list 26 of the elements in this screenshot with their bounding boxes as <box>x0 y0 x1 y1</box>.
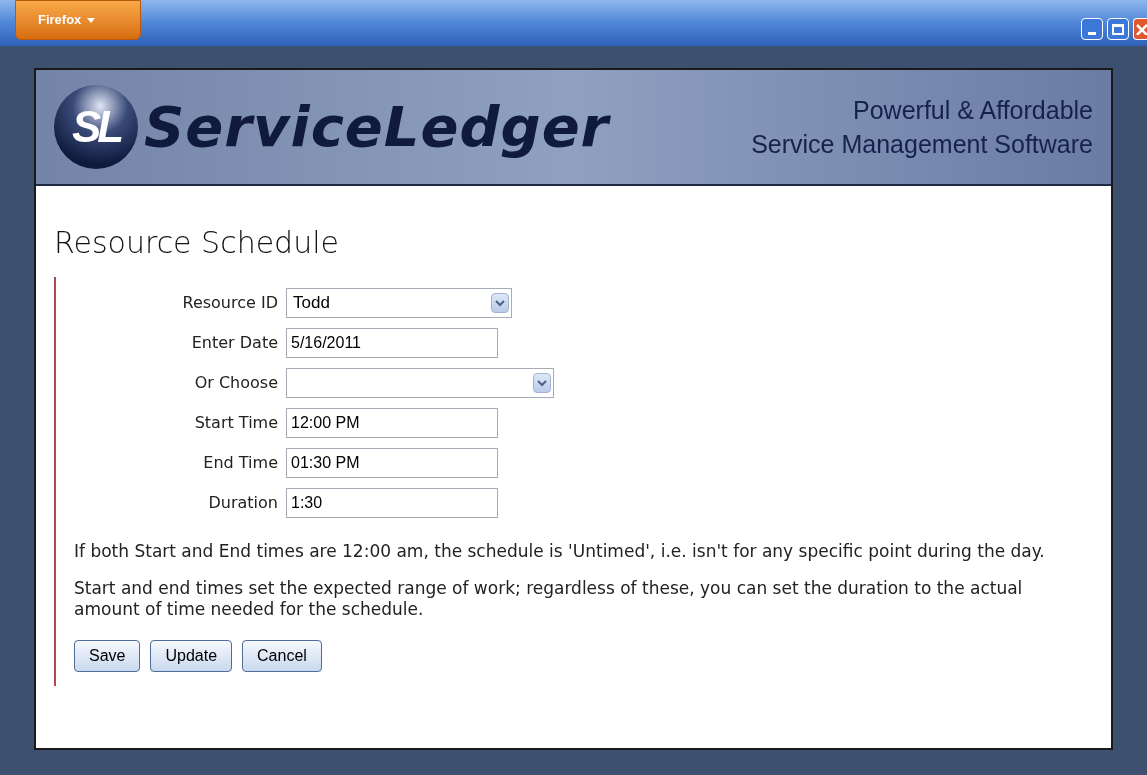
form-button[interactable]: Update <box>150 640 233 672</box>
tagline: Powerful & Affordable <box>853 95 1093 126</box>
help-text: Start and end times set the expected range of work; regardless of these, you can set the duration to the actual amount of time needed for the schedule. <box>74 578 1024 620</box>
close-button[interactable] <box>1133 18 1147 40</box>
maximize-button[interactable] <box>1107 18 1129 40</box>
dropdown-field[interactable] <box>286 368 554 398</box>
logo-text: ServiceLedger <box>144 93 610 161</box>
help-text: If both Start and End times are 12:00 am, the schedule is 'Untimed', i.e. isn't for any specific point during the day. <box>74 541 1046 562</box>
caret-icon <box>87 17 96 23</box>
dropdown-field[interactable]: Todd <box>286 288 512 318</box>
text-field[interactable]: 5/16/2011 <box>286 328 498 358</box>
logo-mark: SL <box>54 85 138 169</box>
field-label: Resource ID <box>181 292 279 314</box>
field-label: Or Choose <box>193 372 279 394</box>
form-button[interactable]: Save <box>74 640 141 672</box>
minimize-button[interactable] <box>1081 18 1103 40</box>
field-label: Duration <box>207 492 279 514</box>
text-field[interactable]: 01:30 PM <box>286 448 498 478</box>
page-title: Resource Schedule <box>54 224 340 262</box>
text-field[interactable]: 12:00 PM <box>286 408 498 438</box>
tagline: Service Management Software <box>751 129 1093 160</box>
form-button[interactable]: Cancel <box>242 640 322 672</box>
text-field[interactable]: 1:30 <box>286 488 498 518</box>
field-label: End Time <box>202 452 279 474</box>
field-label: Start Time <box>193 412 279 434</box>
field-label: Enter Date <box>190 332 279 354</box>
